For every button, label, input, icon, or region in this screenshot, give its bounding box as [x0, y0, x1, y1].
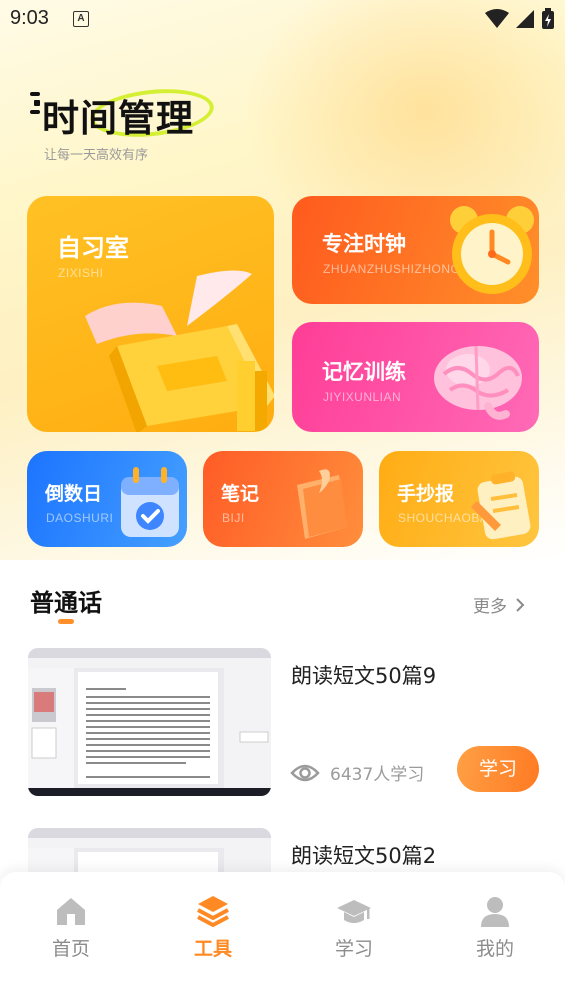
learner-count: 6437人学习 — [330, 765, 425, 785]
nav-item-home[interactable]: 首页 — [26, 894, 116, 961]
more-label: 更多 — [473, 597, 507, 617]
study-room-card[interactable]: 自习室 ZIXISHI — [27, 196, 274, 432]
notes-subtitle: BIJI — [222, 511, 245, 525]
header: 时间管理 让每一天高效有序 — [28, 83, 328, 174]
countdown-subtitle: DAOSHURI — [46, 511, 114, 525]
section-underline — [58, 619, 74, 624]
nav-label-tools: 工具 — [193, 938, 232, 960]
focus-clock-subtitle: ZHUANZHUSHIZHONG — [323, 262, 461, 276]
home-icon — [57, 898, 85, 925]
handwritten-paper-card[interactable]: 手抄报 SHOUCHAOBAO — [379, 451, 539, 547]
focus-clock-title: 专注时钟 — [322, 232, 406, 256]
study-button[interactable]: 学习 — [457, 746, 539, 792]
user-icon — [481, 897, 509, 927]
signal-icon — [516, 10, 534, 28]
nav-label-home: 首页 — [51, 938, 90, 960]
nav-item-study[interactable]: 学习 — [309, 894, 399, 961]
status-icons — [485, 8, 555, 30]
status-time: 9:03 — [10, 7, 49, 29]
nav-label-study: 学习 — [334, 938, 373, 960]
app-subtitle: 让每一天高效有序 — [44, 148, 149, 163]
battery-icon — [542, 8, 554, 29]
course-meta: 6437人学习 — [290, 760, 424, 785]
layers-icon — [197, 896, 229, 927]
clipboard-pencil-icon — [471, 471, 531, 540]
nav-item-tools[interactable]: 工具 — [168, 894, 258, 961]
countdown-title: 倒数日 — [45, 483, 103, 505]
chevron-right-icon — [516, 597, 525, 612]
more-link[interactable]: 更多 — [473, 592, 525, 617]
alarm-clock-icon — [450, 206, 534, 294]
eye-icon — [290, 764, 320, 781]
a-square-icon: A — [73, 11, 89, 27]
notes-title: 笔记 — [221, 483, 260, 505]
notebook-icon — [297, 469, 347, 539]
nav-label-me: 我的 — [475, 938, 514, 960]
course-item[interactable]: 朗读短文50篇9 6437人学习 学习 — [28, 648, 540, 798]
calendar-check-icon — [121, 467, 179, 537]
wifi-icon — [485, 9, 509, 28]
memory-training-subtitle: JIYIXUNLIAN — [323, 390, 402, 404]
course-title: 朗读短文50篇9 — [291, 664, 437, 688]
brain-icon — [434, 345, 522, 420]
memory-training-title: 记忆训练 — [322, 360, 406, 384]
notes-card[interactable]: 笔记 BIJI — [203, 451, 363, 547]
course-thumbnail — [28, 648, 271, 796]
focus-clock-card[interactable]: 专注时钟 ZHUANZHUSHIZHONG — [292, 196, 539, 304]
section-title: 普通话 — [30, 589, 102, 617]
memory-training-card[interactable]: 记忆训练 JIYIXUNLIAN — [292, 322, 539, 432]
status-bar: 9:03 A — [0, 0, 565, 40]
bottom-nav: 首页 工具 学习 我的 — [0, 872, 565, 1004]
course-title: 朗读短文50篇2 — [291, 844, 437, 868]
handwritten-paper-title: 手抄报 — [397, 483, 455, 505]
countdown-card[interactable]: 倒数日 DAOSHURI — [27, 451, 187, 547]
books-quill-icon — [85, 270, 274, 432]
graduation-cap-icon — [337, 900, 371, 923]
nav-item-me[interactable]: 我的 — [450, 894, 540, 961]
study-room-title: 自习室 — [57, 234, 129, 262]
app-title: 时间管理 — [42, 97, 194, 140]
